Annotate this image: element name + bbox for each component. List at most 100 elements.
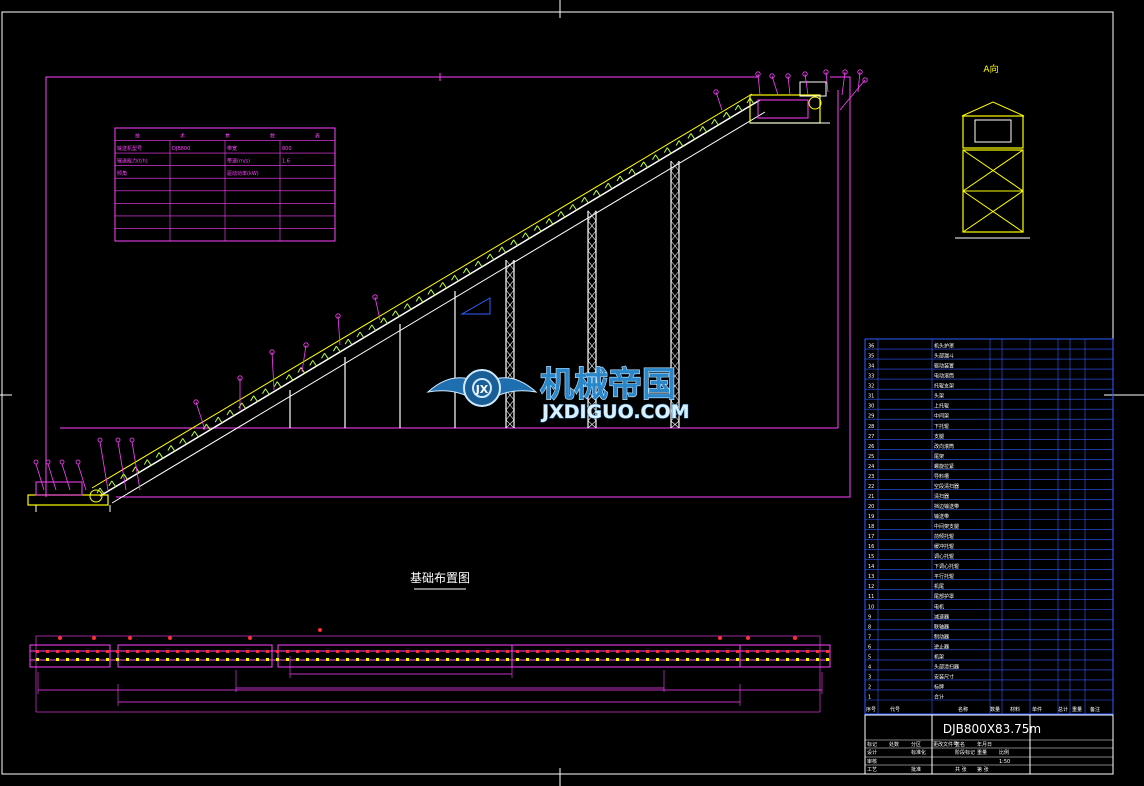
parts-list-name: 机架: [934, 653, 944, 660]
leader-line: [374, 296, 381, 321]
idler: [513, 239, 519, 247]
parts-list-index: 12: [868, 584, 874, 590]
plan-anchor: [656, 658, 659, 661]
title-block-cell: 共 张: [955, 766, 967, 773]
parts-list-name: 改向滚筒: [934, 443, 954, 450]
plan-anchor: [766, 658, 769, 661]
plan-anchor: [156, 658, 159, 661]
plan-anchor: [756, 658, 759, 661]
plan-anchor: [86, 650, 89, 653]
plan-anchor: [286, 650, 289, 653]
svg-text:JX: JX: [475, 383, 489, 396]
plan-anchor: [346, 650, 349, 653]
idler: [557, 211, 562, 217]
plan-anchor: [436, 650, 439, 653]
plan-anchor: [416, 650, 419, 653]
plan-anchor: [216, 650, 219, 653]
plan-anchor: [576, 658, 579, 661]
idler: [312, 360, 318, 367]
idler: [725, 111, 731, 119]
plan-anchor: [666, 650, 669, 653]
idler: [214, 416, 219, 423]
idler: [711, 119, 715, 125]
idler: [628, 168, 633, 175]
parts-list-index: 14: [868, 564, 874, 570]
plan-anchor: [726, 658, 729, 661]
idler: [297, 367, 302, 373]
parts-list-index: 17: [868, 534, 874, 540]
parts-list-index: 9: [868, 614, 871, 620]
idler: [640, 161, 645, 168]
idler: [217, 416, 223, 424]
idler: [324, 352, 329, 360]
plan-anchor: [326, 658, 329, 661]
idler: [395, 310, 400, 318]
idler: [465, 267, 471, 275]
plan-anchor: [626, 658, 629, 661]
idler: [99, 487, 105, 495]
plan-anchor: [336, 650, 339, 653]
layout-title: 基础布置图: [410, 571, 470, 585]
leader-line: [804, 73, 809, 96]
plan-anchor: [426, 650, 429, 653]
param-table-cell: 驱动功率(kW): [227, 170, 259, 177]
idler: [699, 126, 704, 132]
plan-anchor: [676, 650, 679, 653]
parts-list-name: 电机: [934, 603, 944, 610]
idler: [655, 154, 660, 162]
param-table-header-cell: 表: [315, 133, 320, 140]
idler: [690, 133, 696, 140]
idler: [418, 296, 424, 303]
idler: [403, 303, 408, 309]
leader-callouts: [33, 69, 868, 491]
plan-anchor: [426, 658, 429, 661]
plan-anchor: [496, 658, 499, 661]
plan-balloon: [793, 636, 797, 640]
plan-anchor: [466, 658, 469, 661]
leader-line: [195, 401, 206, 431]
idler: [146, 459, 152, 466]
plan-anchor: [586, 658, 589, 661]
parts-list-name: 前倾托辊: [934, 533, 954, 540]
parts-list-header-cell: 材料: [1010, 706, 1020, 713]
plan-anchor: [546, 658, 549, 661]
plan-anchor: [226, 658, 229, 661]
plan-balloon: [718, 636, 722, 640]
plan-anchor: [696, 650, 699, 653]
idler: [194, 430, 199, 438]
param-table-cell: DJB800: [172, 146, 190, 152]
plan-anchor: [136, 650, 139, 653]
watermark-gear-icon: JX: [426, 369, 538, 407]
plan-anchor: [446, 650, 449, 653]
parts-list-name: 电动滚筒: [934, 373, 954, 380]
title-block-cell: 标记: [867, 741, 877, 748]
plan-anchor: [646, 650, 649, 653]
plan-anchor: [716, 658, 719, 661]
param-table-cell: 1.6: [282, 159, 290, 165]
plan-segment: [277, 644, 513, 668]
leader-balloon: [59, 459, 65, 465]
title-block-cell: 工艺: [867, 767, 877, 773]
parts-list-header-cell: 重量: [1072, 706, 1082, 713]
parts-list-header-cell: 备注: [1090, 706, 1100, 713]
plan-balloon: [92, 636, 96, 640]
idler: [663, 147, 668, 153]
parts-list-name: 下调心托辊: [934, 563, 959, 570]
idler: [226, 409, 231, 416]
plan-anchor: [766, 650, 769, 653]
plan-anchor: [196, 650, 199, 653]
plan-anchor: [486, 650, 489, 653]
parts-list-frame: [864, 338, 1114, 715]
plan-anchor: [746, 658, 749, 661]
idler: [191, 431, 195, 437]
title-block-cell: 阶段标记: [955, 749, 975, 756]
leader-line: [857, 71, 861, 93]
idler: [510, 239, 515, 246]
plan-segment: [739, 644, 831, 668]
leader-balloon: [45, 459, 51, 465]
idler: [501, 246, 507, 254]
plan-anchor: [296, 650, 299, 653]
idler: [560, 211, 566, 218]
leader-line: [771, 75, 779, 96]
plan-anchor: [456, 658, 459, 661]
